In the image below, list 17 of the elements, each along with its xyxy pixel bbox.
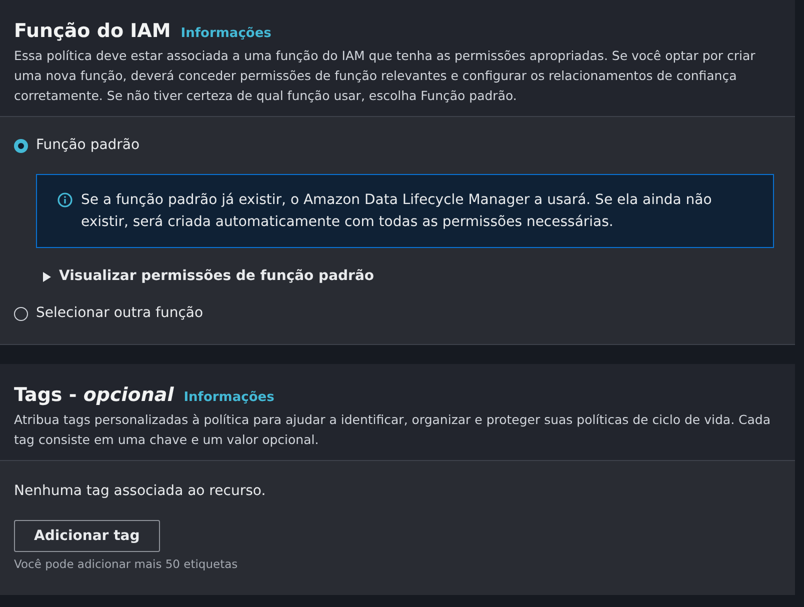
caret-icon bbox=[42, 272, 51, 282]
radio-button[interactable] bbox=[14, 306, 28, 320]
section-title: Função do IAM bbox=[14, 19, 171, 44]
add-tag-button[interactable]: Adicionar tag bbox=[14, 520, 160, 552]
section-description: Essa política deve estar associada a uma função do IAM que tenha as permissões apropriadas. Se você optar por criar uma nova função, deverá conceder permissões de função relevantes e configurar os relacionamentos de confiança corretamente. Se não tiver certeza de qual função usar, escolha Função padrão. bbox=[14, 47, 756, 105]
info-link[interactable]: Informações bbox=[180, 24, 272, 44]
expander-toggle[interactable]: Visualizar permissões de função padrão bbox=[42, 266, 374, 287]
hint-text: Você pode adicionar mais 50 etiquetas bbox=[14, 556, 239, 573]
info-link[interactable]: Informações bbox=[184, 388, 274, 408]
radio-option[interactable]: Função padrão bbox=[14, 135, 140, 156]
alert-text: Se a função padrão já existir, o Amazon Data Lifecycle Manager a usará. Se ela ainda não existir, será criada automaticamente com todas as permissões necessárias. bbox=[81, 191, 713, 232]
empty-message: Nenhuma tag associada ao recurso. bbox=[14, 482, 267, 501]
section-description: Atribua tags personalizadas à política para ajudar a identificar, organizar e proteger suas políticas de ciclo de vida. Cada tag consiste em uma chave e um valor opcional. bbox=[14, 411, 772, 449]
section-title: Tags - opcional bbox=[14, 383, 174, 408]
radio-button[interactable] bbox=[14, 138, 28, 152]
radio-option[interactable]: Selecionar outra função bbox=[14, 303, 204, 324]
info-icon bbox=[57, 192, 73, 208]
